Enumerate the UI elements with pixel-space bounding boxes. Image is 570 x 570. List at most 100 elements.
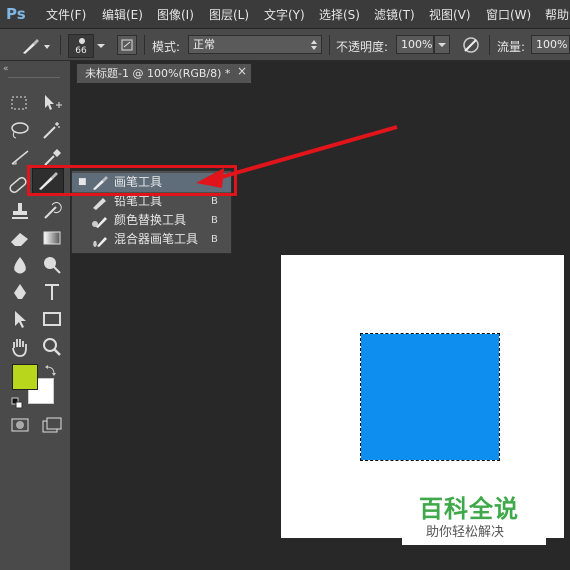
tool-preset-picker[interactable] <box>20 36 52 56</box>
screen-mode-icon <box>42 417 62 433</box>
quick-mask-tool[interactable] <box>8 414 32 436</box>
document-title: 未标题-1 @ 100%(RGB/8) * <box>85 67 231 80</box>
healing-tool[interactable] <box>6 173 30 195</box>
lasso-tool[interactable] <box>8 119 32 141</box>
blue-square-selection <box>360 333 500 461</box>
mode-value: 正常 <box>193 38 215 51</box>
chevron-down-icon <box>438 43 446 47</box>
flyout-item-color-replacement[interactable]: 颜色替换工具 B <box>72 211 231 230</box>
dodge-tool[interactable] <box>40 254 64 276</box>
hand-icon <box>12 339 27 357</box>
menu-edit[interactable]: 编辑(E) <box>102 6 143 23</box>
history-brush-icon <box>44 202 62 219</box>
blur-tool[interactable] <box>8 254 32 276</box>
menu-layer[interactable]: 图层(L) <box>209 6 249 23</box>
mode-select[interactable]: 正常 <box>188 35 322 54</box>
gradient-icon <box>43 231 61 245</box>
flyout-item-label: 画笔工具 <box>114 175 163 189</box>
zoom-tool[interactable] <box>40 336 64 358</box>
brush-icon <box>23 39 50 54</box>
eyedropper-icon <box>44 149 61 166</box>
brush-tool-flyout: ■ 画笔工具 B 铅笔工具 B 颜色替换工具 B 混合器画笔工具 B <box>71 170 232 254</box>
lasso-icon <box>11 122 29 139</box>
brush-panel-toggle[interactable] <box>117 35 137 55</box>
flyout-item-shortcut: B <box>211 196 218 207</box>
gradient-tool[interactable] <box>40 227 64 249</box>
flyout-item-shortcut: B <box>211 177 218 188</box>
chevron-down-icon <box>97 44 105 48</box>
menu-view[interactable]: 视图(V) <box>429 6 471 23</box>
separator <box>329 35 330 55</box>
eyedropper-tool[interactable] <box>40 146 64 168</box>
flyout-item-label: 铅笔工具 <box>114 194 163 208</box>
flyout-item-label: 颜色替换工具 <box>114 213 187 227</box>
brush-panel-icon <box>121 39 133 51</box>
menu-help[interactable]: 帮助 <box>545 6 569 23</box>
flyout-item-brush[interactable]: ■ 画笔工具 B <box>72 173 231 192</box>
zoom-icon <box>43 338 61 356</box>
type-icon <box>45 284 59 300</box>
brush-size-value: 66 <box>75 46 87 56</box>
quick-mask-icon <box>11 418 29 432</box>
flyout-item-mixer-brush[interactable]: 混合器画笔工具 B <box>72 230 231 249</box>
eraser-tool[interactable] <box>8 227 32 249</box>
pen-tool[interactable] <box>8 281 32 303</box>
mode-label: 模式: <box>152 40 181 54</box>
toolbox-grip <box>8 77 60 78</box>
eraser-icon <box>11 233 28 246</box>
selected-bullet-icon: ■ <box>78 177 87 187</box>
path-select-icon <box>15 311 26 328</box>
menu-window[interactable]: 窗口(W) <box>486 6 531 23</box>
rectangle-icon <box>43 312 61 326</box>
flow-input[interactable]: 100% <box>531 35 570 54</box>
marquee-icon <box>11 96 27 110</box>
crop-tool[interactable] <box>8 146 32 168</box>
magic-wand-icon <box>43 122 60 139</box>
history-brush-tool[interactable] <box>40 200 64 222</box>
updown-arrow-icon <box>311 40 317 50</box>
brush-tip-dot <box>79 38 85 44</box>
swap-colors-icon[interactable] <box>44 362 58 381</box>
mixer-brush-icon <box>93 237 107 247</box>
collapse-arrows-icon[interactable]: « <box>3 64 9 74</box>
foreground-color-swatch[interactable] <box>12 364 38 390</box>
close-tab-icon[interactable]: × <box>237 64 247 78</box>
menu-select[interactable]: 选择(S) <box>319 6 360 23</box>
brush-preview: 66 <box>68 34 94 58</box>
stamp-icon <box>12 203 28 219</box>
path-select-tool[interactable] <box>8 308 32 330</box>
opacity-label: 不透明度: <box>336 40 389 54</box>
crop-icon <box>11 150 29 165</box>
watermark-subtitle: 助你轻松解决 <box>426 525 505 540</box>
rectangle-tool[interactable] <box>40 308 64 330</box>
brush-icon <box>39 172 58 190</box>
type-tool[interactable] <box>40 281 64 303</box>
marquee-tool[interactable] <box>8 92 32 114</box>
pressure-opacity-toggle[interactable] <box>460 35 482 55</box>
default-colors-icon[interactable] <box>11 394 23 413</box>
healing-icon <box>9 177 27 193</box>
separator <box>144 35 145 55</box>
flyout-item-pencil[interactable]: 铅笔工具 B <box>72 192 231 211</box>
photoshop-logo: Ps <box>6 5 26 23</box>
stamp-tool[interactable] <box>8 200 32 222</box>
document-tab[interactable]: 未标题-1 @ 100%(RGB/8) * <box>76 63 252 83</box>
brush-icon <box>93 176 108 190</box>
brush-picker[interactable]: 66 <box>68 34 106 58</box>
opacity-input[interactable]: 100% <box>396 35 434 54</box>
dodge-icon <box>44 257 61 274</box>
screen-mode-tool[interactable] <box>40 414 64 436</box>
pressure-pen-icon <box>463 37 479 53</box>
blur-icon <box>14 257 26 274</box>
watermark-title: 百科全说 <box>419 495 519 523</box>
menu-image[interactable]: 图像(I) <box>157 6 194 23</box>
move-tool[interactable] <box>40 92 64 114</box>
brush-tool[interactable] <box>32 168 64 194</box>
menu-type[interactable]: 文字(Y) <box>264 6 305 23</box>
menu-file[interactable]: 文件(F) <box>46 6 86 23</box>
magic-wand-tool[interactable] <box>40 119 64 141</box>
color-replacement-icon <box>92 217 107 228</box>
opacity-slider-toggle[interactable] <box>434 35 450 54</box>
menu-filter[interactable]: 滤镜(T) <box>374 6 415 23</box>
hand-tool[interactable] <box>8 336 32 358</box>
